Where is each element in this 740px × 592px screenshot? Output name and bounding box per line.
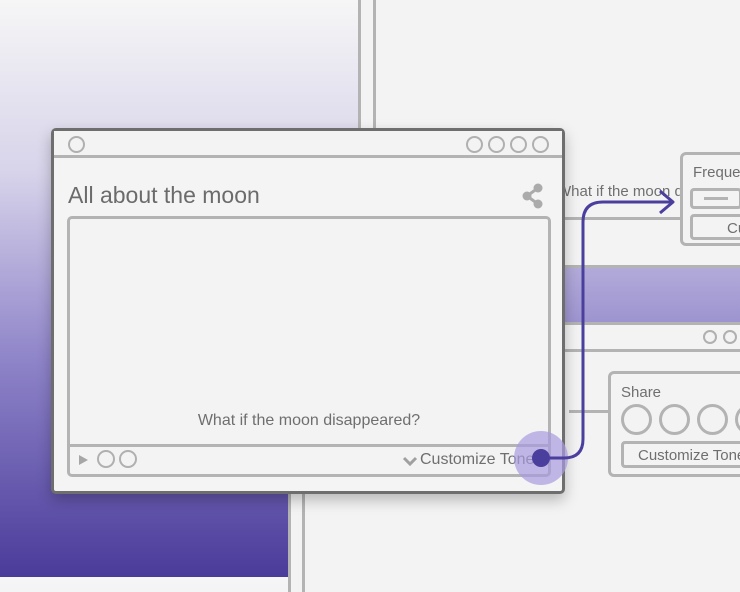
flow-connector — [514, 189, 675, 485]
connector-origin — [532, 449, 550, 467]
